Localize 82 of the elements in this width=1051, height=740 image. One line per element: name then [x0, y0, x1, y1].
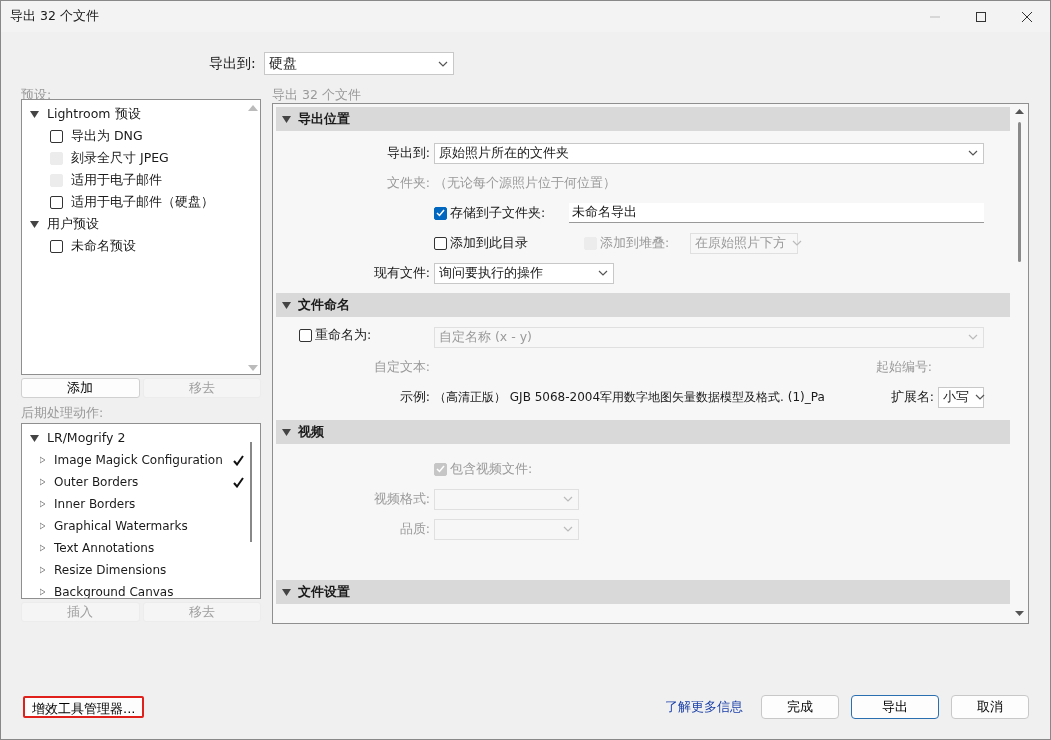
button: 移去 — [142, 602, 261, 622]
chevron-down-icon — [563, 496, 573, 502]
preset-item[interactable]: 未命名预设 — [71, 236, 136, 256]
field-label: 品质: — [399, 520, 430, 536]
field-label: 示例: — [399, 388, 430, 404]
button[interactable]: 导出 — [851, 695, 939, 719]
collapse-triangle-icon[interactable] — [282, 300, 291, 310]
action-item[interactable]: Image Magick Configuration — [54, 451, 225, 469]
checkbox-label[interactable]: 存储到子文件夹: — [450, 203, 546, 223]
field-label: 扩展名: — [890, 387, 935, 406]
section-label: 后期处理动作: — [21, 404, 105, 422]
close-icon[interactable] — [1022, 11, 1032, 22]
button[interactable]: 完成 — [761, 695, 839, 719]
window-title: 导出 32 个文件 — [10, 7, 100, 26]
button[interactable]: 取消 — [951, 695, 1029, 719]
dropdown[interactable]: 询问要执行的操作 — [434, 262, 614, 284]
action-item[interactable]: Text Annotations — [54, 539, 225, 557]
section-header[interactable]: 视频 — [276, 420, 1010, 444]
field-label: 起始编号: — [875, 357, 933, 376]
button: 插入 — [21, 602, 140, 622]
dropdown[interactable]: 原始照片所在的文件夹 — [434, 142, 984, 164]
tree-group[interactable]: Lightroom 预设 — [47, 104, 141, 124]
expand-arrow-icon[interactable] — [40, 478, 46, 486]
expand-arrow-icon[interactable] — [40, 500, 46, 508]
field-label: 现有文件: — [373, 264, 430, 280]
tree-group[interactable]: LR/Mogrify 2 — [47, 428, 126, 448]
collapse-triangle-icon[interactable] — [30, 109, 39, 119]
action-item[interactable]: Resize Dimensions — [54, 561, 225, 579]
info-text: （无论每个源照片位于何位置） — [434, 173, 616, 192]
plugin-manager-button[interactable]: 增效工具管理器... — [23, 696, 145, 718]
checkbox[interactable] — [434, 206, 447, 220]
expand-arrow-icon[interactable] — [40, 522, 46, 530]
field-label: 导出到: — [386, 144, 430, 160]
preset-item[interactable]: 导出为 DNG — [71, 126, 143, 146]
chevron-down-icon — [437, 60, 448, 67]
expand-arrow-icon[interactable] — [40, 456, 46, 464]
action-item[interactable]: Outer Borders — [54, 473, 225, 491]
chevron-down-icon — [968, 334, 978, 340]
field-label: 文件夹: — [386, 174, 430, 190]
action-item[interactable]: Graphical Watermarks — [54, 517, 225, 535]
dropdown[interactable]: 小写 — [938, 386, 984, 408]
expand-arrow-icon[interactable] — [40, 544, 46, 552]
expand-arrow-icon[interactable] — [40, 588, 46, 596]
expand-arrow-icon[interactable] — [40, 566, 46, 574]
action-item[interactable]: Inner Borders — [54, 495, 225, 513]
chevron-down-icon — [563, 526, 573, 532]
section-label: 导出 32 个文件 — [272, 86, 362, 101]
collapse-triangle-icon[interactable] — [30, 433, 39, 443]
section-header[interactable]: 文件命名 — [276, 293, 1010, 317]
field-label: 自定文本: — [373, 358, 430, 374]
input-field[interactable]: 未命名导出 — [569, 203, 984, 223]
collapse-triangle-icon[interactable] — [282, 114, 291, 124]
field-label: 导出到: — [209, 54, 256, 73]
collapse-triangle-icon[interactable] — [282, 427, 291, 437]
button[interactable]: 添加 — [21, 378, 140, 398]
chevron-down-icon — [975, 394, 985, 400]
checkbox[interactable] — [50, 195, 63, 209]
checkbox[interactable] — [50, 129, 63, 143]
checkbox-label: 添加到堆叠: — [600, 233, 670, 252]
checkbox-label[interactable]: 添加到此目录 — [450, 233, 528, 253]
collapse-triangle-icon[interactable] — [30, 219, 39, 229]
checkbox[interactable] — [50, 239, 63, 253]
preset-item[interactable]: 适用于电子邮件（硬盘） — [71, 192, 214, 212]
checkbox-label[interactable]: 重命名为: — [315, 326, 372, 345]
section-header[interactable]: 文件设置 — [276, 580, 1010, 604]
field-label: 视频格式: — [373, 490, 430, 506]
action-item[interactable]: Background Canvas — [54, 583, 225, 598]
collapse-triangle-icon[interactable] — [282, 587, 291, 597]
chevron-down-icon — [792, 240, 802, 246]
dropdown[interactable]: 硬盘 — [263, 52, 454, 75]
chevron-down-icon — [598, 270, 608, 276]
tree-group[interactable]: 用户预设 — [47, 214, 99, 234]
checkbox-label: 包含视频文件: — [450, 459, 533, 478]
info-text: （高清正版） GJB 5068-2004军用数字地图矢量数据模型及格式. (1)_Pa — [434, 389, 825, 406]
dropdown: 自定名称 (x - y) — [434, 326, 984, 348]
maximize-icon[interactable] — [976, 11, 986, 22]
checkbox[interactable] — [299, 329, 312, 343]
help-link[interactable]: 了解更多信息 — [665, 697, 743, 717]
checkbox[interactable] — [434, 236, 447, 250]
section-header[interactable]: 导出位置 — [276, 107, 1010, 131]
chevron-down-icon — [968, 150, 978, 156]
button: 移去 — [142, 378, 261, 398]
